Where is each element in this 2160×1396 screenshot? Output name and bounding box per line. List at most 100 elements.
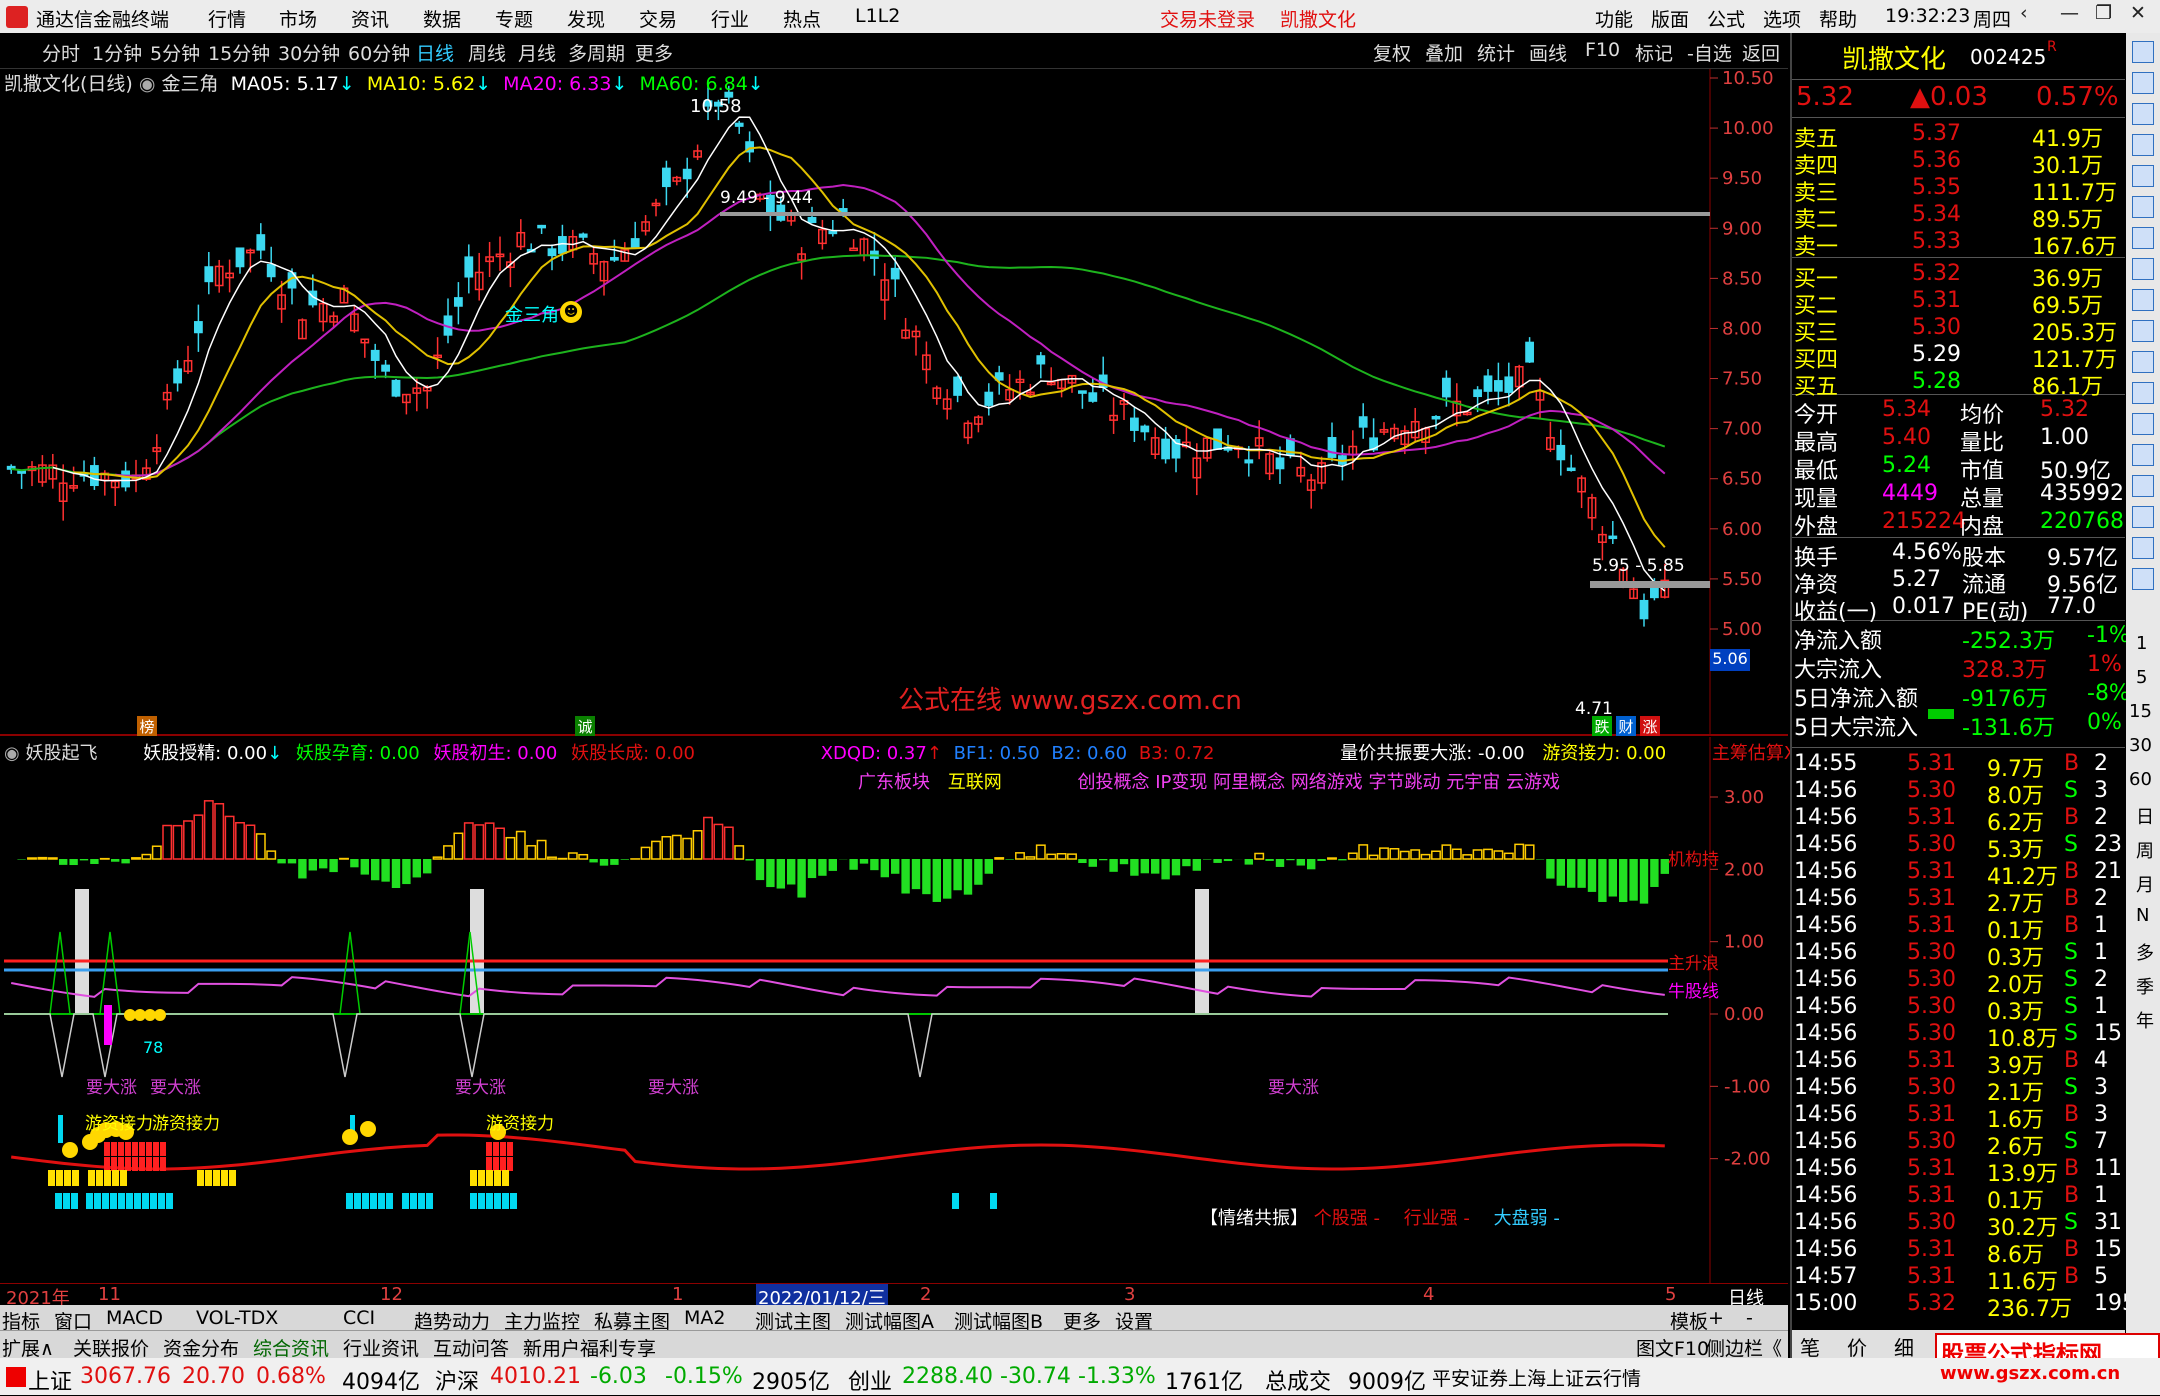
tab-6[interactable]: 主力监控 — [504, 1307, 580, 1334]
menu-options[interactable]: 选项 — [1763, 5, 1801, 32]
period-60min[interactable]: 60分钟 — [348, 39, 410, 66]
period-more[interactable]: 更多 — [635, 39, 673, 66]
back-icon[interactable]: ‹ — [2020, 2, 2028, 24]
side-tool-icon[interactable] — [2132, 413, 2154, 435]
btn-fuquan[interactable]: 复权 — [1373, 39, 1411, 66]
tab2-6[interactable]: 新用户福利专享 — [523, 1334, 656, 1361]
tab2-right-1[interactable]: 侧边栏《 — [1706, 1334, 1782, 1361]
side-period-4[interactable]: 60 — [2129, 769, 2152, 790]
tab-1[interactable]: 窗口 — [54, 1307, 92, 1334]
side-period-7[interactable]: 月 — [2136, 871, 2154, 897]
side-tool-icon[interactable] — [2132, 72, 2154, 94]
tab-5[interactable]: 趋势动力 — [414, 1307, 490, 1334]
btn-mark[interactable]: 标记 — [1635, 39, 1673, 66]
menu-help[interactable]: 帮助 — [1819, 5, 1857, 32]
menu-trade[interactable]: 交易 — [639, 5, 677, 32]
btn-watchlist[interactable]: -自选 — [1687, 39, 1732, 66]
tab-0[interactable]: 指标 — [2, 1307, 40, 1334]
tab-8[interactable]: MA2 — [684, 1307, 725, 1329]
side-tool-icon[interactable] — [2132, 320, 2154, 342]
tab-7[interactable]: 私募主图 — [594, 1307, 670, 1334]
side-tool-icon[interactable] — [2132, 289, 2154, 311]
side-period-6[interactable]: 周 — [2136, 837, 2154, 863]
tab-right-1[interactable]: + — [1708, 1307, 1724, 1329]
tab2-5[interactable]: 互动问答 — [433, 1334, 509, 1361]
indicator-dropdown-icon[interactable]: ◉ — [4, 743, 20, 764]
tab-10[interactable]: 测试幅图A — [845, 1307, 934, 1334]
tab2-2[interactable]: 资金分布 — [163, 1334, 239, 1361]
menu-quote[interactable]: 行情 — [208, 5, 246, 32]
side-tool-icon[interactable] — [2132, 41, 2154, 63]
close-icon[interactable]: ✕ — [2130, 2, 2146, 24]
side-period-0[interactable]: 1 — [2136, 633, 2147, 654]
tab2-4[interactable]: 行业资讯 — [343, 1334, 419, 1361]
period-weekly[interactable]: 周线 — [468, 39, 506, 66]
btn-draw[interactable]: 画线 — [1529, 39, 1567, 66]
side-tool-icon[interactable] — [2132, 134, 2154, 156]
side-tool-icon[interactable] — [2132, 103, 2154, 125]
side-period-1[interactable]: 5 — [2136, 667, 2147, 688]
menu-data[interactable]: 数据 — [423, 5, 461, 32]
quote-tab-1[interactable]: 价 — [1847, 1332, 1867, 1361]
btn-return[interactable]: 返回 — [1742, 39, 1780, 66]
period-1min[interactable]: 1分钟 — [92, 39, 142, 66]
side-tool-icon[interactable] — [2132, 227, 2154, 249]
tab-2[interactable]: MACD — [106, 1307, 163, 1329]
side-tool-icon[interactable] — [2132, 196, 2154, 218]
tab2-right-0[interactable]: 图文F10 — [1636, 1334, 1709, 1361]
period-30min[interactable]: 30分钟 — [278, 39, 340, 66]
period-daily[interactable]: 日线 — [416, 39, 454, 66]
tab-3[interactable]: VOL-TDX — [196, 1307, 278, 1329]
menu-discover[interactable]: 发现 — [567, 5, 605, 32]
menu-industry[interactable]: 行业 — [711, 5, 749, 32]
side-tool-icon[interactable] — [2132, 506, 2154, 528]
period-multi[interactable]: 多周期 — [568, 39, 625, 66]
side-tool-icon[interactable] — [2132, 537, 2154, 559]
period-fenshi[interactable]: 分时 — [42, 39, 80, 66]
tab2-1[interactable]: 关联报价 — [73, 1334, 149, 1361]
tab-9[interactable]: 测试主图 — [755, 1307, 831, 1334]
side-tool-icon[interactable] — [2132, 475, 2154, 497]
side-tool-icon[interactable] — [2132, 444, 2154, 466]
side-period-3[interactable]: 30 — [2129, 735, 2152, 756]
menu-info[interactable]: 资讯 — [351, 5, 389, 32]
btn-f10[interactable]: F10 — [1585, 39, 1620, 61]
menu-l1l2[interactable]: L1L2 — [855, 5, 900, 27]
period-monthly[interactable]: 月线 — [518, 39, 556, 66]
menu-hot[interactable]: 热点 — [783, 5, 821, 32]
btn-stats[interactable]: 统计 — [1477, 39, 1515, 66]
minimize-icon[interactable]: — — [2060, 2, 2079, 24]
side-tool-icon[interactable] — [2132, 568, 2154, 590]
side-tool-icon[interactable] — [2132, 165, 2154, 187]
tab-4[interactable]: CCI — [343, 1307, 375, 1329]
tab-right-2[interactable]: - — [1746, 1307, 1753, 1329]
side-period-10[interactable]: 季 — [2136, 973, 2154, 999]
quote-tab-0[interactable]: 笔 — [1800, 1332, 1820, 1361]
tab-right-0[interactable]: 模板 — [1670, 1307, 1708, 1334]
quote-tab-2[interactable]: 细 — [1894, 1332, 1914, 1361]
tab2-3[interactable]: 综合资讯 — [253, 1334, 329, 1361]
period-5min[interactable]: 5分钟 — [150, 39, 200, 66]
side-period-8[interactable]: N — [2136, 905, 2149, 926]
side-tool-icon[interactable] — [2132, 382, 2154, 404]
side-period-5[interactable]: 日 — [2136, 803, 2154, 829]
tab2-0[interactable]: 扩展∧ — [2, 1334, 54, 1361]
indicator-panel[interactable]: 3.002.001.000.00-1.00-2.00 ◉ 妖股起飞 妖股授精: … — [0, 737, 1788, 1283]
side-tool-icon[interactable] — [2132, 351, 2154, 373]
tab-13[interactable]: 设置 — [1115, 1307, 1153, 1334]
menu-layout[interactable]: 版面 — [1651, 5, 1689, 32]
kline-chart[interactable]: 10.5010.009.509.008.508.007.507.006.506.… — [0, 69, 1788, 736]
side-period-2[interactable]: 15 — [2129, 701, 2152, 722]
side-period-11[interactable]: 年 — [2136, 1007, 2154, 1033]
menu-market[interactable]: 市场 — [279, 5, 317, 32]
dropdown-icon[interactable]: ◉ — [139, 73, 156, 95]
side-tool-icon[interactable] — [2132, 258, 2154, 280]
menu-formula[interactable]: 公式 — [1707, 5, 1745, 32]
btn-overlay[interactable]: 叠加 — [1425, 39, 1463, 66]
menu-topic[interactable]: 专题 — [495, 5, 533, 32]
period-15min[interactable]: 15分钟 — [208, 39, 270, 66]
tab-12[interactable]: 更多 — [1063, 1307, 1101, 1334]
login-status[interactable]: 交易未登录 — [1160, 5, 1255, 32]
side-period-9[interactable]: 多 — [2136, 939, 2154, 965]
menu-function[interactable]: 功能 — [1595, 5, 1633, 32]
